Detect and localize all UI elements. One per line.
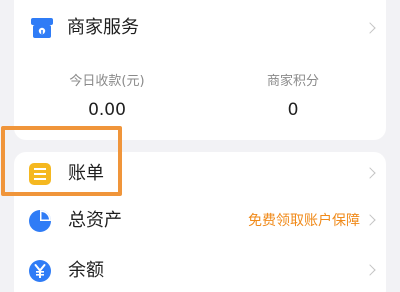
merchant-points-stat[interactable]: 商家积分 0 xyxy=(200,72,386,122)
merchant-service-label: 商家服务 xyxy=(67,17,139,38)
account-protection-promo[interactable]: 免费领取账户保障 xyxy=(248,211,360,231)
merchant-service-row[interactable]: 商家服务 xyxy=(14,0,386,58)
chevron-right-icon xyxy=(364,22,376,34)
today-receipts-stat[interactable]: 今日收款(元) 0.00 xyxy=(14,72,200,122)
balance-label: 余额 xyxy=(68,260,104,281)
total-assets-label: 总资产 xyxy=(68,210,122,231)
list-item-total-assets[interactable]: 总资产 免费领取账户保障 xyxy=(14,197,386,245)
yuan-icon xyxy=(29,260,51,282)
today-receipts-value: 0.00 xyxy=(88,100,126,120)
today-receipts-label: 今日收款(元) xyxy=(69,74,145,89)
merchant-points-label: 商家积分 xyxy=(266,74,319,89)
shop-icon xyxy=(31,18,53,38)
list-item-balance[interactable]: 余额 xyxy=(14,247,386,292)
merchant-points-value: 0 xyxy=(287,100,299,120)
app-page: 商家服务 今日收款(元) 0.00 商家积分 0 账单 总资产 免费领取账户保障 xyxy=(0,0,400,292)
pie-chart-icon xyxy=(29,210,51,232)
chevron-right-icon xyxy=(364,264,376,276)
chevron-right-icon xyxy=(364,214,376,226)
highlight-frame xyxy=(1,126,122,196)
chevron-right-icon xyxy=(364,167,376,179)
